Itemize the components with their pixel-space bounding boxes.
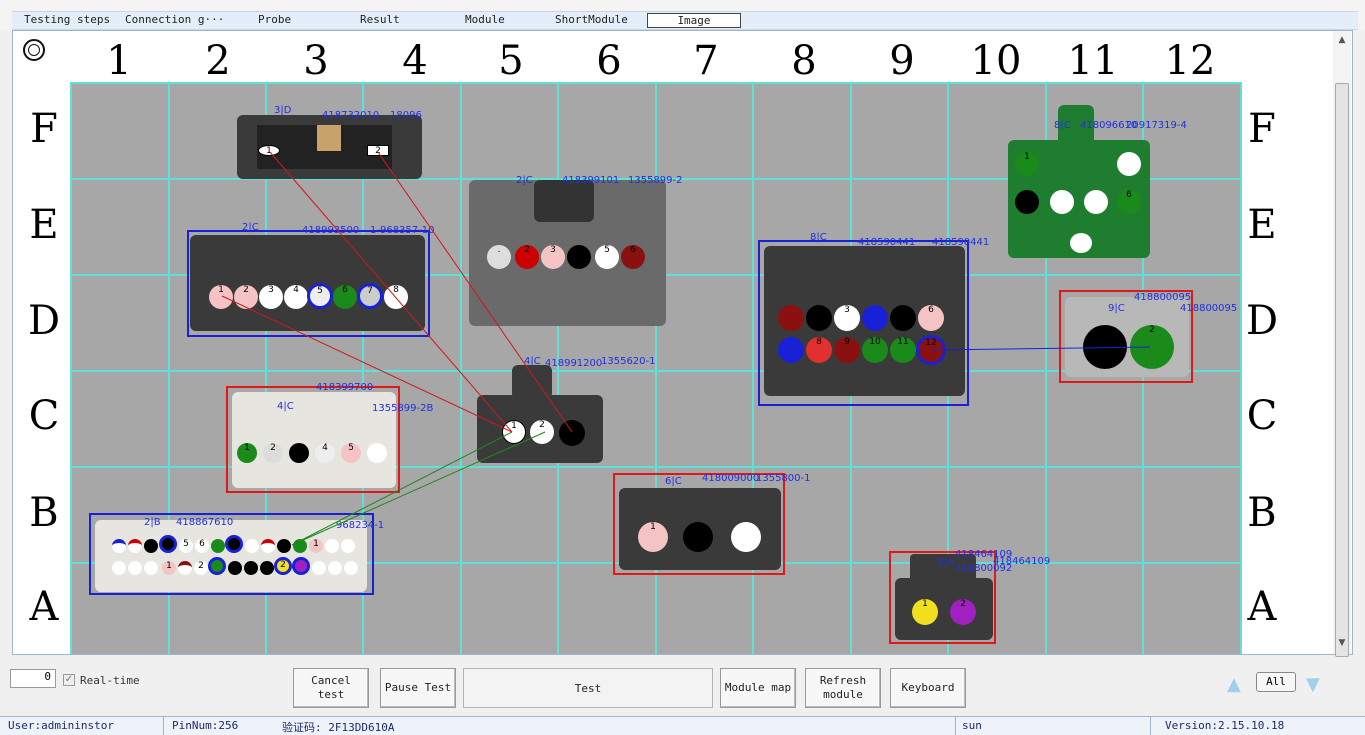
- realtime-checkbox[interactable]: ✓: [63, 674, 75, 686]
- status-bar: User:admininstor PinNum:256 验证码: 2F13DD6…: [0, 716, 1365, 735]
- status-name: sun: [962, 719, 982, 732]
- scroll-down-icon[interactable]: ▼: [1336, 638, 1348, 650]
- arrow-up-icon[interactable]: ▲: [1227, 674, 1241, 695]
- count-field[interactable]: 0: [10, 669, 56, 688]
- status-pinnum: PinNum:256: [172, 719, 239, 732]
- wire: [221, 295, 513, 433]
- cancel-test-button[interactable]: Cancel test: [293, 668, 369, 708]
- scroll-up-icon[interactable]: ▲: [1336, 35, 1348, 47]
- vertical-scrollbar[interactable]: ▲ ▼: [1333, 31, 1351, 657]
- all-button[interactable]: All: [1256, 672, 1296, 692]
- wire-overlay: [221, 151, 1151, 546]
- module-map-button[interactable]: Module map: [720, 668, 796, 708]
- wire: [377, 151, 573, 433]
- scroll-thumb[interactable]: [1335, 83, 1349, 657]
- realtime-label: Real-time: [80, 674, 140, 687]
- arrow-down-icon[interactable]: ▼: [1306, 674, 1320, 695]
- status-version: Version:2.15.10.18: [1165, 719, 1285, 732]
- status-code: 验证码: 2F13DD610A: [282, 721, 395, 734]
- keyboard-button[interactable]: Keyboard: [890, 668, 966, 708]
- refresh-module-button[interactable]: Refresh module: [805, 668, 881, 708]
- wire: [291, 431, 513, 546]
- wire: [930, 346, 1151, 351]
- test-button[interactable]: Test: [463, 668, 713, 708]
- wire: [269, 151, 513, 433]
- wire: [291, 431, 546, 546]
- status-user: User:admininstor: [8, 719, 114, 732]
- pause-test-button[interactable]: Pause Test: [380, 668, 456, 708]
